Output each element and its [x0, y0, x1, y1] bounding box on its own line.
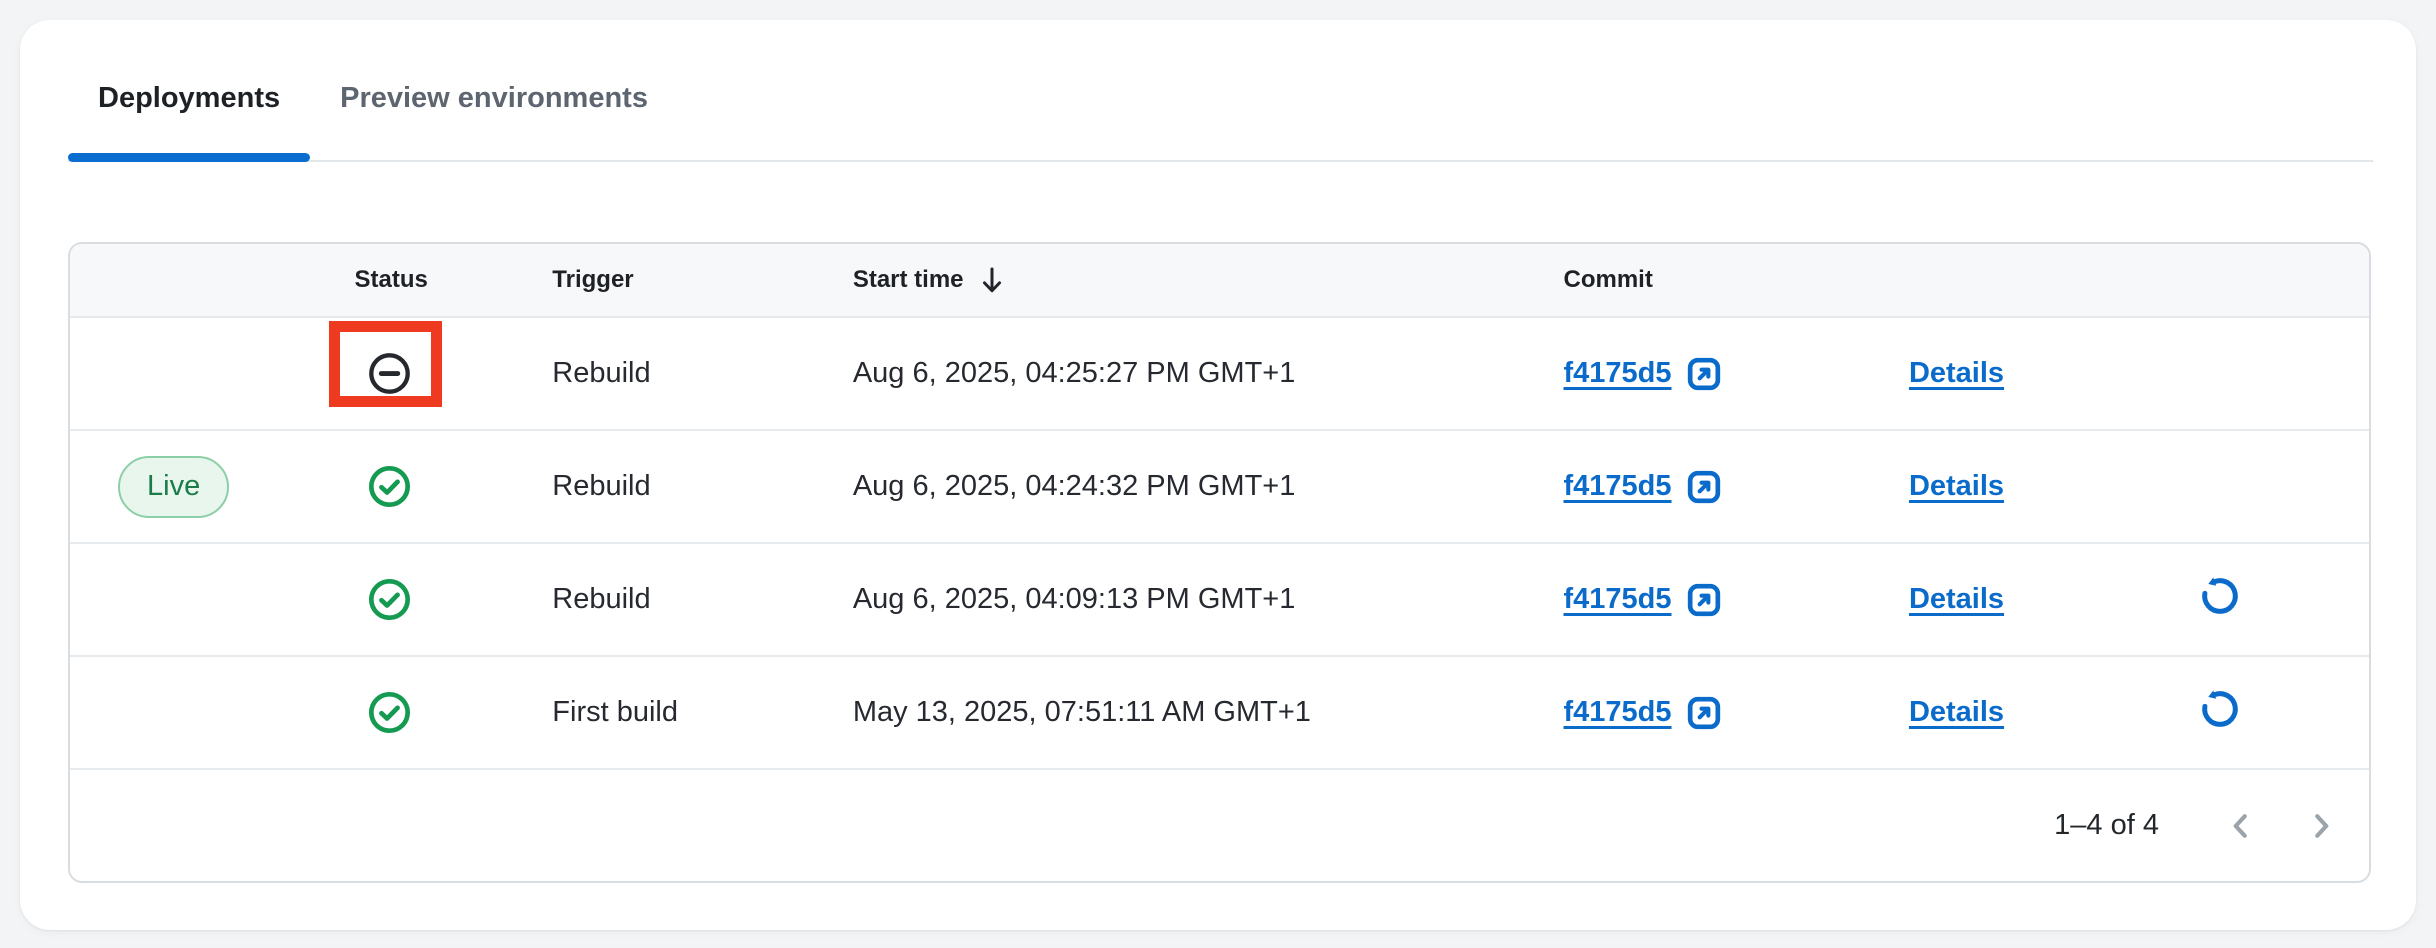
chevron-left-icon	[2223, 808, 2259, 844]
commit-link[interactable]: f4175d5	[1564, 354, 1724, 394]
commit-hash: f4175d5	[1564, 696, 1672, 729]
external-link-icon	[1684, 580, 1724, 620]
table-row: Rebuild Aug 6, 2025, 04:09:13 PM GMT+1 f…	[70, 542, 2369, 655]
header-status: Status	[342, 244, 542, 316]
start-time-cell: Aug 6, 2025, 04:24:32 PM GMT+1	[841, 429, 1540, 542]
external-link-icon	[1684, 693, 1724, 733]
external-link-icon	[1684, 354, 1724, 394]
minus-circle-icon	[367, 351, 412, 396]
details-link[interactable]: Details	[1909, 357, 2004, 390]
chevron-right-icon	[2303, 808, 2339, 844]
tab-preview-environments-label: Preview environments	[340, 82, 648, 114]
start-time-cell: Aug 6, 2025, 04:25:27 PM GMT+1	[841, 316, 1540, 429]
deployments-table: Status Trigger Start time Commit	[68, 242, 2371, 883]
check-circle-icon	[367, 464, 412, 509]
live-status-badge: Live	[118, 456, 229, 518]
start-time-cell: May 13, 2025, 07:51:11 AM GMT+1	[841, 655, 1540, 768]
table-row: Live Rebuild Aug 6, 2025, 04:24:32 PM GM…	[70, 429, 2369, 542]
commit-link[interactable]: f4175d5	[1564, 467, 1724, 507]
tab-bar: Deployments Preview environments	[68, 20, 2373, 162]
details-link[interactable]: Details	[1909, 470, 2004, 503]
header-trigger: Trigger	[541, 244, 841, 316]
check-circle-icon	[367, 690, 412, 735]
table-header-row: Status Trigger Start time Commit	[70, 244, 2369, 316]
header-details-empty	[1889, 244, 2139, 316]
trigger-cell: First build	[541, 655, 841, 768]
commit-hash: f4175d5	[1564, 357, 1672, 390]
table-row: Rebuild Aug 6, 2025, 04:25:27 PM GMT+1 f…	[70, 316, 2369, 429]
commit-hash: f4175d5	[1564, 583, 1672, 616]
pagination: 1–4 of 4	[70, 770, 2369, 881]
trigger-cell: Rebuild	[541, 316, 841, 429]
deployments-card: Deployments Preview environments Status …	[20, 20, 2416, 930]
retry-deployment-button[interactable]	[2197, 686, 2243, 732]
details-link[interactable]: Details	[1909, 583, 2004, 616]
table-row: First build May 13, 2025, 07:51:11 AM GM…	[70, 655, 2369, 768]
tab-deployments-label: Deployments	[98, 82, 280, 114]
arrow-down-icon	[978, 265, 1006, 295]
commit-link[interactable]: f4175d5	[1564, 693, 1724, 733]
tab-preview-environments[interactable]: Preview environments	[310, 80, 678, 160]
pagination-next-button[interactable]	[2299, 804, 2343, 848]
pagination-prev-button[interactable]	[2219, 804, 2263, 848]
header-commit: Commit	[1540, 244, 1889, 316]
trigger-cell: Rebuild	[541, 542, 841, 655]
commit-hash: f4175d5	[1564, 470, 1672, 503]
pagination-range-label: 1–4 of 4	[2054, 809, 2159, 842]
retry-icon	[2197, 573, 2243, 619]
external-link-icon	[1684, 467, 1724, 507]
header-start-time-label: Start time	[853, 266, 964, 294]
active-tab-underline	[68, 153, 310, 162]
trigger-cell: Rebuild	[541, 429, 841, 542]
pagination-row: 1–4 of 4	[70, 768, 2369, 881]
commit-link[interactable]: f4175d5	[1564, 580, 1724, 620]
tab-deployments[interactable]: Deployments	[68, 80, 310, 160]
check-circle-icon	[367, 577, 412, 622]
details-link[interactable]: Details	[1909, 696, 2004, 729]
retry-deployment-button[interactable]	[2197, 573, 2243, 619]
header-start-time[interactable]: Start time	[841, 244, 1540, 316]
start-time-cell: Aug 6, 2025, 04:09:13 PM GMT+1	[841, 542, 1540, 655]
retry-icon	[2197, 686, 2243, 732]
header-retry-empty	[2139, 244, 2369, 316]
header-badge-empty	[70, 244, 342, 316]
